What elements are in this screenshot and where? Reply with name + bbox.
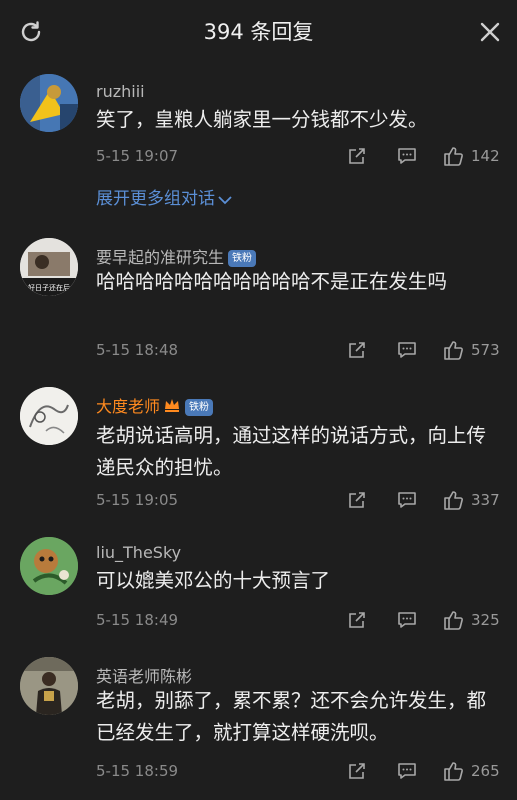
comment-meta: 5-15 19:07 142 [96, 145, 501, 169]
avatar[interactable]: 好日子还在后 [20, 238, 78, 296]
like-icon[interactable] [442, 609, 464, 631]
comment-author[interactable]: 大度老师 铁粉 [96, 393, 214, 417]
avatar[interactable] [20, 537, 78, 595]
like-count: 142 [471, 147, 500, 165]
comment-text: 哈哈哈哈哈哈哈哈哈哈哈不是正在发生吗 [96, 270, 448, 293]
comment-author[interactable]: ruzhiii [96, 82, 145, 101]
comment-author[interactable]: 英语老师陈彬 [96, 663, 192, 687]
fan-badge: 铁粉 [185, 399, 214, 416]
avatar[interactable] [20, 657, 78, 715]
author-name: 大度老师 [96, 397, 161, 416]
comment-author[interactable]: liu_TheSky [96, 543, 181, 562]
comment-time: 5-15 18:48 [96, 341, 179, 359]
share-icon[interactable] [346, 145, 368, 167]
like-count: 337 [471, 491, 500, 509]
reply-icon[interactable] [396, 609, 418, 631]
share-icon[interactable] [346, 489, 368, 511]
like-count: 573 [471, 341, 500, 359]
share-icon[interactable] [346, 760, 368, 782]
comment-text: 可以媲美邓公的十大预言了 [96, 569, 331, 592]
like-icon[interactable] [442, 145, 464, 167]
expand-label: 展开更多组对话 [96, 189, 215, 209]
reply-icon[interactable] [396, 489, 418, 511]
share-icon[interactable] [346, 609, 368, 631]
comment-meta: 5-15 18:48 573 [96, 339, 501, 363]
comment-time: 5-15 19:07 [96, 147, 179, 165]
like-icon[interactable] [442, 489, 464, 511]
chevron-down-icon [218, 196, 232, 205]
comment-meta: 5-15 18:59 265 [96, 760, 501, 784]
comment-author[interactable]: 要早起的准研究生 铁粉 [96, 244, 257, 268]
avatar[interactable] [20, 387, 78, 445]
page-title: 394 条回复 [203, 20, 314, 44]
header: 394 条回复 [0, 0, 517, 62]
comment-time: 5-15 19:05 [96, 491, 179, 509]
like-count: 265 [471, 762, 500, 780]
like-icon[interactable] [442, 760, 464, 782]
comment-time: 5-15 18:49 [96, 611, 179, 629]
crown-icon [165, 399, 180, 412]
comment-meta: 5-15 18:49 325 [96, 609, 501, 633]
author-name: 要早起的准研究生 [96, 248, 225, 267]
comment-time: 5-15 18:59 [96, 762, 179, 780]
expand-thread-link[interactable]: 展开更多组对话 [96, 184, 232, 209]
like-count: 325 [471, 611, 500, 629]
reply-icon[interactable] [396, 145, 418, 167]
share-icon[interactable] [346, 339, 368, 361]
comment-text: 老胡说话高明，通过这样的说话方式，向上传递民众的担忧。 [96, 424, 487, 479]
avatar[interactable] [20, 74, 78, 132]
fan-badge: 铁粉 [228, 250, 257, 267]
reply-icon[interactable] [396, 339, 418, 361]
avatar-caption: 好日子还在后 [28, 283, 70, 292]
like-icon[interactable] [442, 339, 464, 361]
close-icon[interactable] [478, 20, 502, 44]
comment-text: 笑了，皇粮人躺家里一分钱都不少发。 [96, 108, 428, 131]
comment-meta: 5-15 19:05 337 [96, 489, 501, 513]
comment-text: 老胡，别舔了，累不累？还不会允许发生，都已经发生了，就打算这样硬洗呗。 [96, 689, 487, 744]
reply-icon[interactable] [396, 760, 418, 782]
